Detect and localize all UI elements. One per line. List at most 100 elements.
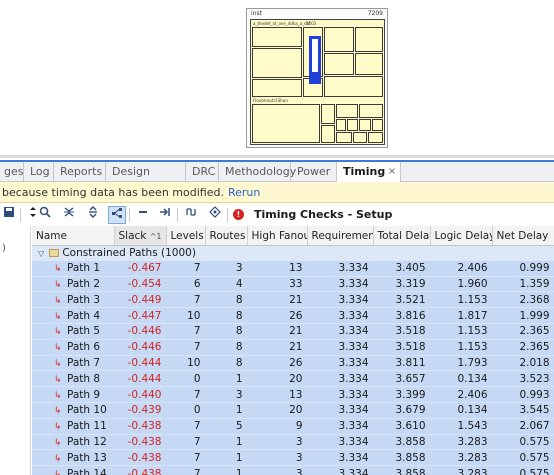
table-row[interactable]: ↳ Path 2 -0.454 6 4 33 3.334 3.319 1.960 1.359 [32, 276, 554, 293]
slack-cell: -0.447 [114, 307, 167, 324]
logic-cell: 3.283 [430, 465, 493, 475]
total-cell: 3.319 [373, 276, 431, 293]
treemap-cell[interactable] [353, 132, 367, 143]
net-cell: 0.575 [492, 465, 554, 475]
tab-power[interactable]: Power [291, 162, 337, 182]
expand-all-icon[interactable] [84, 206, 102, 224]
tab-design-runs[interactable]: Design Runs [106, 162, 186, 198]
treemap[interactable]: a_thedef_at_one_ddka_a_def 1503 Floutero… [250, 19, 385, 145]
rerun-link[interactable]: Rerun [228, 186, 260, 199]
column-header-total-delay[interactable]: Total Delay [373, 226, 431, 246]
total-cell: 3.610 [373, 418, 431, 435]
tree-icon[interactable] [108, 206, 126, 224]
routes-cell: 8 [205, 355, 248, 372]
net-cell: 2.368 [492, 291, 554, 309]
error-icon[interactable]: ! [233, 209, 244, 220]
tab-log[interactable]: Log [24, 162, 54, 182]
treemap-cell[interactable] [321, 104, 335, 124]
table-row[interactable]: ↳ Path 14 -0.438 7 1 3 3.334 3.858 3.283 0.575 [32, 465, 554, 475]
treemap-cell[interactable] [359, 119, 371, 131]
treemap-cell[interactable] [324, 27, 354, 52]
table-row[interactable]: ↳ Path 5 -0.446 7 8 21 3.334 3.518 1.153 2.365 [32, 323, 554, 340]
path-name-cell: ↳ Path 6 [32, 339, 115, 356]
column-header-levels[interactable]: Levels [166, 226, 206, 246]
group-row[interactable]: ▽ Constrained Paths (1000) [32, 245, 554, 261]
treemap-cell[interactable] [355, 53, 383, 75]
treemap-cell[interactable] [336, 132, 352, 143]
routes-cell: 3 [205, 260, 248, 277]
route-icon[interactable] [156, 206, 174, 224]
requirement-cell: 3.334 [307, 339, 374, 356]
treemap-cell[interactable] [368, 132, 383, 143]
treemap-cell[interactable] [252, 104, 320, 143]
treemap-cell[interactable] [355, 27, 383, 52]
routes-cell: 1 [205, 449, 248, 467]
tab-reports[interactable]: Reports [54, 162, 106, 182]
tab-drc[interactable]: DRC [186, 162, 219, 182]
fanout-cell: 21 [247, 323, 308, 340]
chevron-down-icon[interactable]: ▽ [38, 249, 46, 258]
requirement-cell: 3.334 [307, 355, 374, 372]
total-cell: 3.405 [373, 260, 431, 277]
fanout-cell: 3 [247, 449, 308, 467]
net-cell: 0.575 [492, 434, 554, 451]
levels-cell: 7 [166, 386, 206, 403]
path-name: Path 10 [67, 404, 107, 417]
treemap-cell[interactable] [321, 125, 335, 143]
requirement-cell: 3.334 [307, 465, 374, 475]
table-row[interactable]: ↳ Path 6 -0.446 7 8 21 3.334 3.518 1.153 2.365 [32, 339, 554, 356]
table-row[interactable]: ↳ Path 10 -0.439 0 1 20 3.334 3.679 0.134 3.545 [32, 402, 554, 419]
treemap-cell[interactable] [252, 48, 302, 78]
treemap-panel[interactable]: inst 7209 a_thedef_at_one_ddka_a_def 150… [246, 8, 388, 148]
tab-methodology[interactable]: Methodology [219, 162, 296, 182]
column-header-high-fanout[interactable]: High Fanout [247, 226, 308, 246]
table-row[interactable]: ↳ Path 3 -0.449 7 8 21 3.334 3.521 1.153 2.368 [32, 291, 554, 309]
treemap-cell[interactable] [336, 119, 346, 131]
path-name: Path 14 [67, 467, 107, 475]
treemap-cell[interactable] [324, 76, 383, 97]
table-row[interactable]: ↳ Path 12 -0.438 7 1 3 3.334 3.858 3.283 0.575 [32, 434, 554, 451]
table-row[interactable]: ↳ Path 13 -0.438 7 1 3 3.334 3.858 3.283 0.575 [32, 449, 554, 467]
device-icon[interactable] [206, 206, 224, 224]
path-name: Path 2 [67, 277, 101, 290]
column-header-slack[interactable]: Slack ^1 [114, 226, 167, 246]
table-row[interactable]: ↳ Path 7 -0.444 10 8 26 3.334 3.811 1.793 2.018 [32, 355, 554, 372]
treemap-cell[interactable] [359, 104, 383, 118]
fanout-cell: 9 [247, 418, 308, 435]
tab-messages[interactable]: ges [0, 162, 24, 182]
close-icon[interactable]: × [385, 162, 399, 182]
collapse-all-icon[interactable] [60, 206, 78, 224]
levels-cell: 7 [166, 323, 206, 340]
table-row[interactable]: ↳ Path 4 -0.447 10 8 26 3.334 3.816 1.817 1.999 [32, 307, 554, 324]
treemap-cell[interactable] [372, 119, 383, 131]
search-icon[interactable] [36, 206, 54, 224]
timing-table: Name Slack ^1 Levels Routes High Fanout … [32, 226, 554, 475]
timing-path-icon: ↳ [54, 327, 62, 338]
table-row[interactable]: ↳ Path 1 -0.467 7 3 13 3.334 3.405 2.406 0.999 [32, 260, 554, 277]
treemap-cell[interactable] [252, 79, 302, 97]
treemap-cell[interactable] [347, 119, 358, 131]
treemap-cell[interactable] [252, 27, 302, 47]
requirement-cell: 3.334 [307, 434, 374, 451]
column-header-routes[interactable]: Routes [205, 226, 248, 246]
path-name: Path 1 [67, 262, 101, 275]
minus-icon[interactable] [134, 206, 152, 224]
save-icon[interactable] [0, 206, 18, 224]
column-header-net-delay[interactable]: Net Delay [492, 226, 554, 246]
levels-cell: 7 [166, 434, 206, 451]
logic-cell: 0.134 [430, 370, 493, 388]
table-row[interactable]: ↳ Path 11 -0.438 7 5 9 3.334 3.610 1.543 2.067 [32, 418, 554, 435]
timing-path-icon: ↳ [54, 422, 62, 433]
column-header-name[interactable]: Name [32, 226, 115, 246]
net-cell: 2.365 [492, 323, 554, 340]
treemap-cell[interactable] [324, 53, 354, 75]
routes-cell: 8 [205, 291, 248, 309]
treemap-cell[interactable] [336, 104, 358, 118]
table-row[interactable]: ↳ Path 8 -0.444 0 1 20 3.334 3.657 0.134 3.523 [32, 370, 554, 388]
levels-cell: 0 [166, 370, 206, 388]
panel-divider[interactable] [0, 155, 554, 158]
schematic-icon[interactable] [182, 206, 200, 224]
column-header-requirement[interactable]: Requirement [307, 226, 374, 246]
column-header-logic-delay[interactable]: Logic Delay [430, 226, 493, 246]
table-row[interactable]: ↳ Path 9 -0.440 7 3 13 3.334 3.399 2.406 0.993 [32, 386, 554, 403]
